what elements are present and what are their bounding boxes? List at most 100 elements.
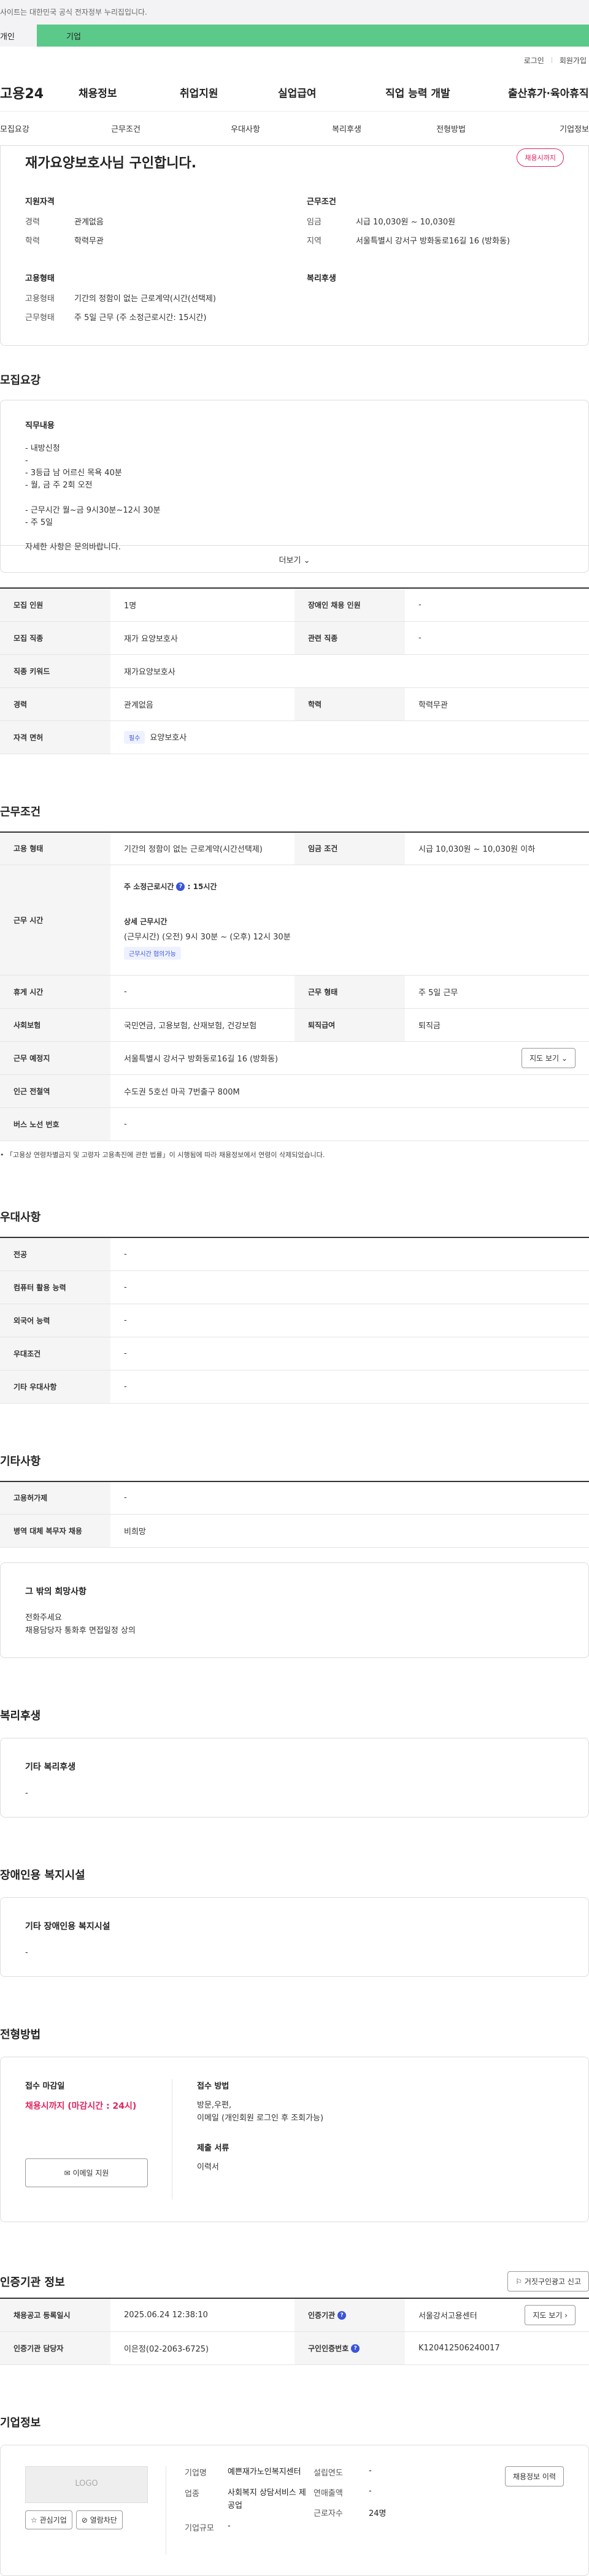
age-note-text: 「고용상 연령차별금지 및 고령자 고용촉진에 관한 법률」이 시행됨에 따라 … xyxy=(6,1151,325,1159)
megaphone-icon: ⚐ xyxy=(515,2277,523,2286)
map-button[interactable]: 지도 보기 › xyxy=(525,2304,576,2325)
cell-value: - xyxy=(405,587,589,622)
weekly-hours-label: 주 소정근로시간 xyxy=(124,882,174,891)
hiring-history-button[interactable]: 채용정보 이력 xyxy=(504,2466,564,2486)
desc-line: - 월, 금 주 2회 오전 xyxy=(25,481,93,491)
info-icon[interactable]: ? xyxy=(337,2311,347,2320)
etc-section: 기타사항 고용허가제 - 병역 대체 복무자 채용 비희망 그 밖의 희망사항 전화… xyxy=(0,1453,589,1658)
table-row: 기타 우대사항 - xyxy=(0,1370,589,1404)
tab-selection[interactable]: 전형방법 xyxy=(417,123,485,134)
table-row: 모집 인원 1명 장애인 채용 인원 - xyxy=(0,587,589,622)
table-row: 채용공고 등록일시 2025.06.24 12:38:10 인증기관? 서울강서고… xyxy=(0,2298,589,2332)
tab-work[interactable]: 근무조건 xyxy=(37,123,215,134)
table-row: 병역 대체 복무자 채용 비희망 xyxy=(0,1514,589,1548)
box-value: - xyxy=(25,1789,28,1798)
chevron-down-icon: ⌄ xyxy=(303,556,310,565)
box-title: 기타 복리후생 xyxy=(25,1762,76,1772)
cell-value: 주 5일 근무 xyxy=(405,975,589,1009)
info-icon[interactable]: ? xyxy=(351,2344,360,2353)
cell-header: 근무 형태 xyxy=(294,975,405,1009)
cell-header: 인증기관? xyxy=(294,2298,405,2332)
nav-leave[interactable]: 출산휴가·육아휴직 xyxy=(508,85,589,100)
table-row: 인증기관 담당자 이은정(02-2063-6725) 구인인증번호? K12041… xyxy=(0,2331,589,2365)
table-row: 근무 예정지 서울특별시 강서구 방화동로16길 16 (방화동) 지도 보기 ⌄ xyxy=(0,1041,589,1075)
cert-table: 채용공고 등록일시 2025.06.24 12:38:10 인증기관? 서울강서고… xyxy=(0,2298,589,2365)
cell-value: 국민연금, 고용보험, 산재보험, 건강보험 xyxy=(110,1008,294,1042)
cell-header: 사회보험 xyxy=(0,1008,110,1042)
docs-value: 이력서 xyxy=(197,2162,219,2172)
map-button[interactable]: 지도 보기 ⌄ xyxy=(522,1048,576,1068)
value: 시급 10,030원 ~ 10,030원 xyxy=(356,218,456,227)
cell-header: 근무 시간 xyxy=(0,865,110,976)
cell-header: 근무 예정지 xyxy=(0,1041,110,1075)
label: 고용형태 xyxy=(25,294,55,304)
cell-value: 재가요양보호사 xyxy=(110,654,589,688)
section-title: 인증기관 정보 xyxy=(0,2276,65,2289)
agency-name: 서울강서고용센터 xyxy=(418,2311,477,2321)
nav-training[interactable]: 직업 능력 개발 xyxy=(385,85,508,100)
docs-label: 제출 서류 xyxy=(197,2143,229,2153)
cell-value: 재가 요양보호사 xyxy=(110,621,294,655)
login-link[interactable]: 로그인 xyxy=(524,55,544,66)
method-line: 이메일 (개인회원 로그인 후 조회가능) xyxy=(197,2113,324,2123)
company-founded: - xyxy=(369,2466,372,2475)
site-logo[interactable]: 고용24 xyxy=(0,83,74,102)
section-title: 우대사항 xyxy=(0,1211,41,1224)
welfare-heading: 복리후생 xyxy=(307,274,336,283)
welfare-section: 복리후생 기타 복리후생 - xyxy=(0,1707,589,1817)
tab-company[interactable]: 기업정보 xyxy=(485,123,589,134)
etc-table: 고용허가제 - 병역 대체 복무자 채용 비희망 xyxy=(0,1480,589,1548)
block-icon: ⊘ xyxy=(81,2515,88,2524)
cell-value: K120412506240017 xyxy=(405,2331,589,2365)
email-apply-button[interactable]: ✉ 이메일 지원 xyxy=(25,2158,148,2187)
job-title: 재가요양보호사님 구인합니다. xyxy=(25,156,197,171)
desc-line: - 근무시간 월~금 9시30분~12시 30분 xyxy=(25,505,161,515)
cell-header: 외국어 능력 xyxy=(0,1304,110,1337)
cell-value: 퇴직금 xyxy=(405,1008,589,1042)
cell-value: - xyxy=(110,975,294,1009)
nav-jobs[interactable]: 채용정보 xyxy=(79,85,180,100)
report-label: 거짓구인광고 신고 xyxy=(524,2277,581,2286)
block-view-button[interactable]: ⊘ 열람차단 xyxy=(75,2510,123,2529)
favorite-company-button[interactable]: ☆ 관심기업 xyxy=(25,2510,72,2529)
table-row: 경력 관계없음 학력 학력무관 xyxy=(0,687,589,721)
cond-heading: 근무조건 xyxy=(307,197,336,207)
cell-value: - xyxy=(110,1480,589,1515)
cell-value: - xyxy=(110,1107,589,1141)
cell-header: 직종 키워드 xyxy=(0,654,110,688)
recruit-table: 모집 인원 1명 장애인 채용 인원 - 모집 직종 재가 요양보호사 관련 직종 - … xyxy=(0,587,589,754)
company-sales: - xyxy=(369,2486,372,2496)
qual-heading: 지원자격 xyxy=(25,197,55,207)
cell-header: 인증기관 담당자 xyxy=(0,2331,110,2365)
label: 학력 xyxy=(25,237,40,246)
value: 학력무관 xyxy=(74,237,104,246)
nav-employment-support[interactable]: 취업지원 xyxy=(180,85,278,100)
cell-header: 우대조건 xyxy=(0,1337,110,1370)
section-title: 기타사항 xyxy=(0,1454,41,1468)
mail-icon: ✉ xyxy=(64,2169,71,2177)
table-row: 고용허가제 - xyxy=(0,1480,589,1515)
report-fake-ad-button[interactable]: ⚐ 거짓구인광고 신고 xyxy=(507,2271,589,2291)
tab-pref[interactable]: 우대사항 xyxy=(215,123,276,134)
info-icon[interactable]: ? xyxy=(176,882,185,891)
nav-unemployment-benefit[interactable]: 실업급여 xyxy=(278,85,385,100)
tab-corp[interactable]: 기업 xyxy=(37,25,589,47)
cell-header: 버스 노선 번호 xyxy=(0,1107,110,1141)
cell-header: 장애인 채용 인원 xyxy=(294,587,405,622)
cell-value: 이은정(02-2063-6725) xyxy=(110,2331,294,2365)
label: 지역 xyxy=(307,237,321,246)
box-line: 전화주세요 xyxy=(25,1613,62,1622)
table-row: 인근 전철역 수도권 5호선 마곡 7번출구 800M xyxy=(0,1074,589,1108)
tab-recruit[interactable]: 모집요강 xyxy=(0,123,37,134)
join-link[interactable]: 회원가입 xyxy=(560,55,587,66)
gov-notice-bar: 사이트는 대한민국 공식 전자정부 누리집입니다. xyxy=(0,0,589,25)
cell-value: 수도권 5호선 마곡 7번출구 800M xyxy=(110,1074,589,1108)
table-row: 버스 노선 번호 - xyxy=(0,1107,589,1141)
utility-links: 로그인 회원가입 xyxy=(0,47,589,74)
tab-person[interactable]: 개인 xyxy=(0,25,37,47)
work-section: 근무조건 고용 형태 기간의 정함이 없는 근로계약(시간선택제) 임금 조건 시급… xyxy=(0,803,589,1160)
tab-welfare[interactable]: 복리후생 xyxy=(276,123,417,134)
section-title: 복리후생 xyxy=(0,1710,41,1722)
company-name: 예쁜재가노인복지센터 xyxy=(228,2467,301,2477)
section-tabs: 모집요강 근무조건 우대사항 복리후생 전형방법 기업정보 xyxy=(0,112,589,146)
